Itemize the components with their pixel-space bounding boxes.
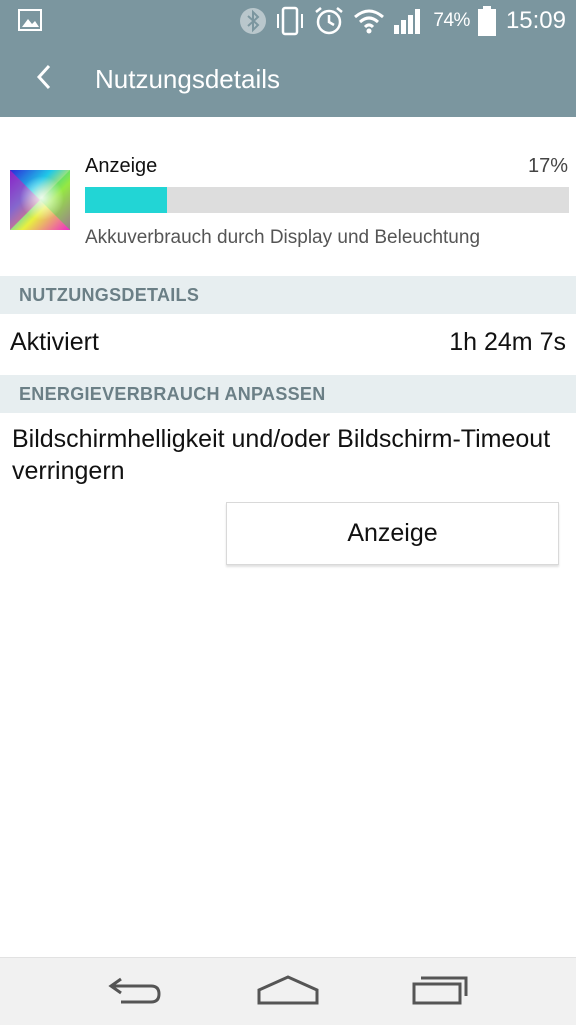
gallery-icon: [18, 9, 42, 35]
usage-percent: 17%: [527, 155, 568, 177]
nav-recent-apps-button[interactable]: [400, 968, 480, 1016]
display-app-icon: [10, 170, 70, 230]
alarm-icon: [313, 6, 345, 36]
usage-progress-bar: [85, 187, 569, 213]
bluetooth-icon: [239, 7, 267, 35]
chevron-left-icon: [35, 63, 53, 96]
app-usage-description: Akkuverbrauch durch Display und Beleucht…: [85, 227, 481, 248]
app-usage-row[interactable]: Anzeige 17% Akkuverbrauch durch Display …: [0, 117, 576, 275]
wifi-icon: [353, 8, 385, 34]
section-header-energy: ENERGIEVERBRAUCH ANPASSEN: [0, 375, 576, 413]
status-bar: 74% 15:09: [0, 0, 576, 42]
signal-icon: [393, 7, 425, 35]
back-icon: [107, 973, 163, 1012]
display-settings-button[interactable]: Anzeige: [226, 502, 559, 565]
section-header-usage-details: NUTZUNGSDETAILS: [0, 276, 576, 314]
back-button[interactable]: [22, 56, 66, 102]
active-duration: 1h 24m 7s: [449, 328, 566, 356]
usage-progress-fill: [85, 187, 168, 213]
clock: 15:09: [505, 7, 566, 34]
navigation-bar: [0, 957, 576, 1025]
recent-apps-icon: [411, 974, 469, 1011]
action-bar: Nutzungsdetails: [0, 42, 576, 117]
page-title: Nutzungsdetails: [95, 64, 280, 94]
battery-icon: [477, 6, 496, 36]
vibrate-icon: [275, 6, 305, 36]
energy-advice-text: Bildschirmhelligkeit und/oder Bildschirm…: [12, 425, 551, 485]
nav-home-button[interactable]: [248, 968, 328, 1016]
battery-percent: 74%: [433, 10, 470, 31]
app-name: Anzeige: [85, 155, 158, 177]
home-icon: [256, 974, 320, 1011]
active-time-row: Aktiviert 1h 24m 7s: [0, 314, 576, 375]
active-label: Aktiviert: [10, 328, 99, 356]
nav-back-button[interactable]: [95, 968, 175, 1016]
